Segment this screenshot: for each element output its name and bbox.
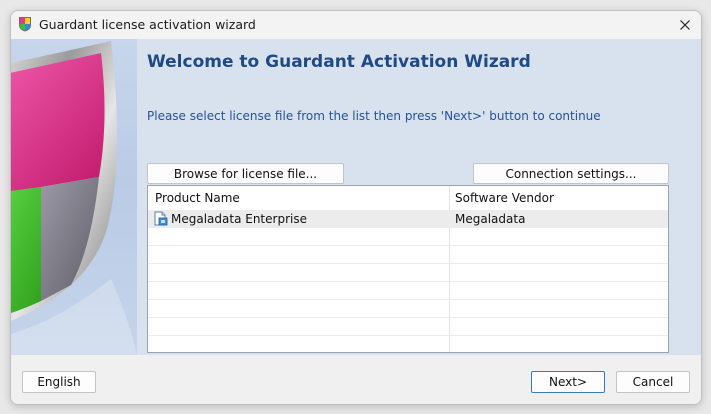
column-header-software-vendor[interactable]: Software Vendor — [455, 191, 554, 205]
wizard-content: Welcome to Guardant Activation Wizard Pl… — [11, 39, 701, 355]
table-row[interactable] — [148, 336, 668, 352]
guardant-app-icon — [19, 17, 31, 32]
close-icon — [680, 20, 690, 30]
license-list[interactable]: Product Name Software Vendor Megaladata … — [147, 185, 669, 353]
close-button[interactable] — [669, 11, 701, 39]
browse-license-button[interactable]: Browse for license file... — [147, 163, 344, 184]
wizard-footer: English Next> Cancel — [11, 355, 701, 404]
cell-product-name: Megaladata Enterprise — [171, 212, 307, 226]
wizard-sidebar — [11, 39, 137, 355]
table-row[interactable] — [148, 300, 668, 318]
cell-software-vendor: Megaladata — [455, 212, 526, 226]
wizard-instructions: Please select license file from the list… — [147, 109, 601, 123]
wizard-window: Guardant license activation wizard Welco… — [10, 10, 702, 405]
wizard-main-panel: Welcome to Guardant Activation Wizard Pl… — [137, 39, 701, 355]
license-file-icon — [154, 211, 168, 226]
title-bar[interactable]: Guardant license activation wizard — [11, 11, 701, 39]
license-list-header: Product Name Software Vendor — [148, 186, 668, 210]
cancel-button[interactable]: Cancel — [616, 371, 690, 393]
table-row[interactable] — [148, 228, 668, 246]
table-row[interactable] — [148, 246, 668, 264]
table-row[interactable] — [148, 318, 668, 336]
next-button[interactable]: Next> — [531, 371, 605, 393]
connection-settings-button[interactable]: Connection settings... — [473, 163, 669, 184]
table-row[interactable] — [148, 282, 668, 300]
table-row[interactable]: Megaladata Enterprise Megaladata — [148, 210, 668, 228]
wizard-heading: Welcome to Guardant Activation Wizard — [147, 52, 531, 72]
language-button[interactable]: English — [22, 371, 96, 393]
guardant-shield-logo — [11, 41, 137, 355]
window-title: Guardant license activation wizard — [39, 17, 256, 32]
column-header-product-name[interactable]: Product Name — [155, 191, 240, 205]
table-row[interactable] — [148, 264, 668, 282]
